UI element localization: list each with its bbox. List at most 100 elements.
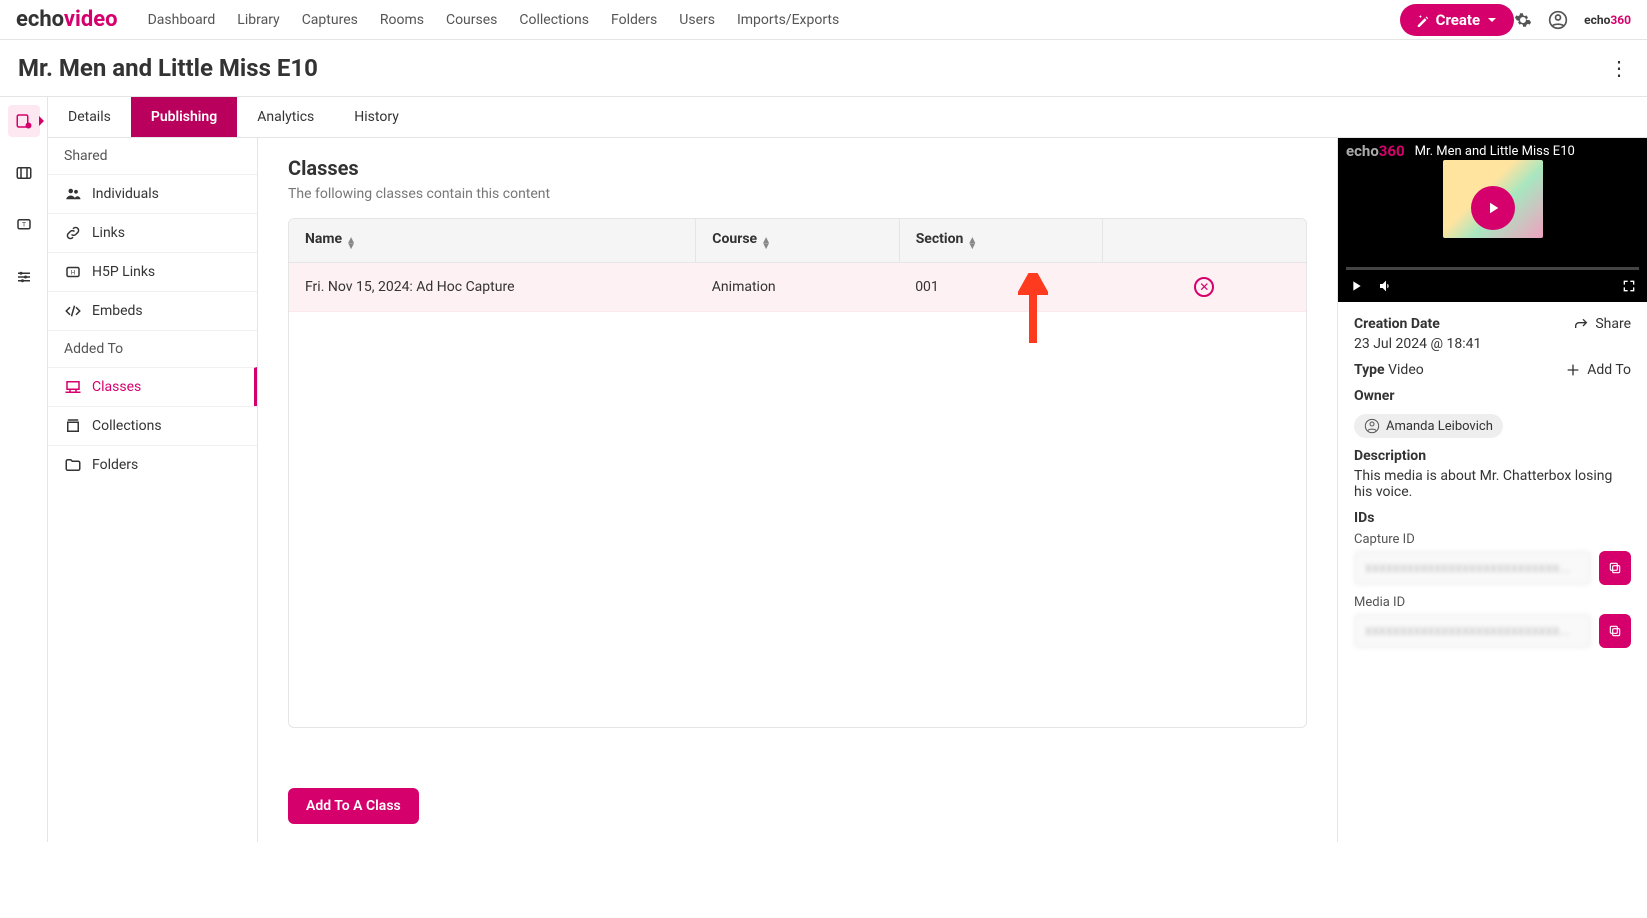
col-section[interactable]: Section▲▼ [899, 219, 1102, 263]
svg-text:T: T [21, 221, 25, 229]
sidemenu-label: Collections [92, 418, 162, 434]
nav-courses[interactable]: Courses [446, 12, 497, 28]
sidemenu-label: Embeds [92, 303, 143, 319]
table-row[interactable]: Fri. Nov 15, 2024: Ad Hoc Capture Animat… [289, 263, 1306, 312]
annotation-arrow-icon [1018, 273, 1048, 343]
rail-transcript-icon[interactable]: T [8, 209, 40, 241]
type-label: Type [1354, 362, 1385, 378]
nav-folders[interactable]: Folders [611, 12, 657, 28]
tab-history[interactable]: History [334, 97, 419, 137]
play-icon [1484, 199, 1502, 217]
sidemenu-individuals[interactable]: Individuals [48, 174, 257, 213]
cell-name: Fri. Nov 15, 2024: Ad Hoc Capture [289, 263, 696, 312]
rail-video-icon[interactable] [8, 157, 40, 189]
col-actions [1103, 219, 1306, 263]
chevron-down-icon [1486, 14, 1498, 26]
sidemenu-embeds[interactable]: Embeds [48, 291, 257, 330]
copy-capture-id-button[interactable] [1599, 551, 1631, 585]
sidemenu-label: Classes [92, 379, 141, 395]
settings-gear-icon[interactable] [1514, 11, 1532, 29]
rail-settings-list-icon[interactable] [8, 261, 40, 293]
folder-icon [64, 456, 82, 474]
nav-users[interactable]: Users [679, 12, 715, 28]
sidemenu-label: Folders [92, 457, 138, 473]
nav-library[interactable]: Library [237, 12, 279, 28]
tab-details[interactable]: Details [48, 97, 131, 137]
nav-rooms[interactable]: Rooms [380, 12, 424, 28]
more-actions-icon[interactable]: ⋮ [1609, 56, 1629, 80]
h5p-icon: H [64, 263, 82, 281]
sort-icon: ▲▼ [346, 238, 356, 250]
create-label: Create [1436, 11, 1480, 29]
page-title: Mr. Men and Little Miss E10 [18, 54, 318, 82]
copy-icon [1608, 561, 1622, 575]
code-icon [64, 302, 82, 320]
sidemenu-section-shared: Shared [48, 138, 257, 174]
volume-icon[interactable] [1378, 278, 1394, 294]
tab-analytics[interactable]: Analytics [237, 97, 334, 137]
nav-collections[interactable]: Collections [519, 12, 589, 28]
svg-text:H: H [71, 269, 75, 276]
brand-small: echo360 [1584, 13, 1631, 27]
nav-captures[interactable]: Captures [302, 12, 358, 28]
remove-from-class-icon[interactable]: ✕ [1194, 277, 1214, 297]
share-icon [1573, 316, 1589, 332]
media-id-value: xxxxxxxxxxxxxxxxxxxxxxxxxxxx... [1354, 614, 1591, 648]
cell-section: 001 [899, 263, 1102, 312]
play-control-icon[interactable] [1348, 278, 1364, 294]
nav-dashboard[interactable]: Dashboard [148, 12, 216, 28]
owner-name: Amanda Leibovich [1386, 419, 1493, 434]
fullscreen-icon[interactable] [1621, 278, 1637, 294]
sidemenu-label: H5P Links [92, 264, 155, 280]
classes-icon [64, 378, 82, 396]
creation-date-value: 23 Jul 2024 @ 18:41 [1354, 336, 1481, 352]
tab-publishing[interactable]: Publishing [131, 97, 237, 137]
wand-icon [1416, 13, 1430, 27]
sort-icon: ▲▼ [967, 238, 977, 250]
add-to-class-button[interactable]: Add To A Class [288, 788, 419, 824]
create-button[interactable]: Create [1400, 4, 1514, 36]
owner-label: Owner [1354, 388, 1631, 404]
link-icon [64, 224, 82, 242]
sidemenu-label: Individuals [92, 186, 159, 202]
person-icon [1364, 418, 1380, 434]
sort-icon: ▲▼ [761, 238, 771, 250]
plus-icon [1565, 362, 1581, 378]
media-id-label: Media ID [1354, 595, 1631, 610]
sidemenu-label: Links [92, 225, 125, 241]
video-preview[interactable]: echo360 Mr. Men and Little Miss E10 [1338, 138, 1647, 302]
preview-logo: echo360 [1346, 142, 1405, 160]
classes-heading: Classes [288, 156, 1307, 180]
classes-subtitle: The following classes contain this conte… [288, 186, 1307, 202]
rail-media-details-icon[interactable] [8, 105, 40, 137]
logo-echo: echo [16, 7, 64, 32]
sidemenu-collections[interactable]: Collections [48, 406, 257, 445]
sidemenu-classes[interactable]: Classes [48, 367, 257, 406]
logo[interactable]: echovideo [16, 7, 118, 32]
add-to-button[interactable]: Add To [1565, 362, 1631, 378]
sidemenu-section-added-to: Added To [48, 330, 257, 367]
sidemenu-folders[interactable]: Folders [48, 445, 257, 484]
copy-icon [1608, 624, 1622, 638]
copy-media-id-button[interactable] [1599, 614, 1631, 648]
creation-date-label: Creation Date [1354, 316, 1481, 332]
sidemenu-h5p-links[interactable]: H H5P Links [48, 252, 257, 291]
collection-icon [64, 417, 82, 435]
cell-course: Animation [696, 263, 899, 312]
logo-video: video [64, 7, 118, 32]
col-course[interactable]: Course▲▼ [696, 219, 899, 263]
capture-id-value: xxxxxxxxxxxxxxxxxxxxxxxxxxxx... [1354, 551, 1591, 585]
share-button[interactable]: Share [1573, 316, 1631, 332]
play-button[interactable] [1471, 186, 1515, 230]
nav-imports-exports[interactable]: Imports/Exports [737, 12, 839, 28]
owner-chip[interactable]: Amanda Leibovich [1354, 414, 1503, 438]
preview-title: Mr. Men and Little Miss E10 [1415, 144, 1575, 159]
ids-label: IDs [1354, 510, 1631, 526]
people-icon [64, 185, 82, 203]
user-profile-icon[interactable] [1548, 10, 1568, 30]
description-value: This media is about Mr. Chatterbox losin… [1354, 468, 1631, 500]
sidemenu-links[interactable]: Links [48, 213, 257, 252]
col-name[interactable]: Name▲▼ [289, 219, 696, 263]
capture-id-label: Capture ID [1354, 532, 1631, 547]
type-value: Video [1388, 362, 1424, 378]
